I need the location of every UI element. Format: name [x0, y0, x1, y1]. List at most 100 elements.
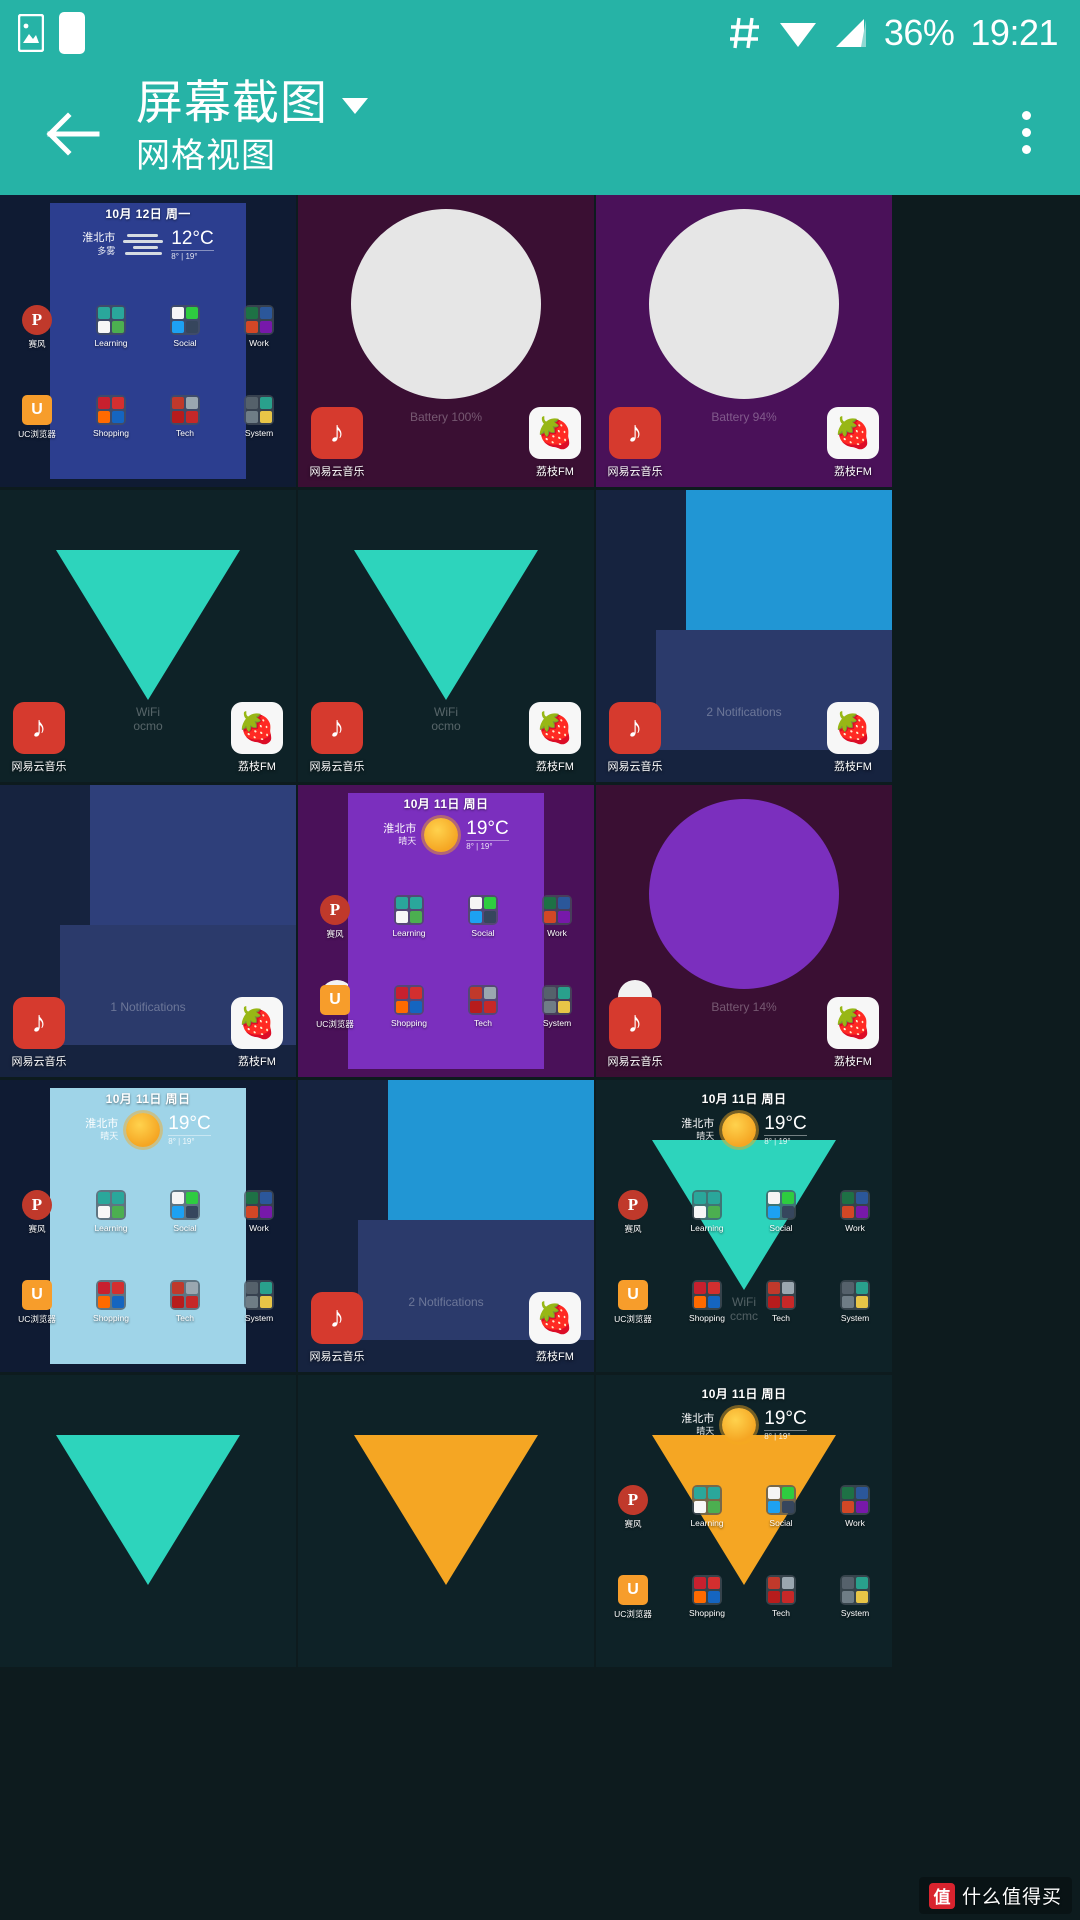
dock-app-label: 网易云音乐: [309, 466, 365, 478]
app-item[interactable]: Social: [758, 1485, 804, 1528]
app-item[interactable]: Work: [236, 1190, 282, 1233]
app-item[interactable]: System: [236, 1280, 282, 1325]
weather-widget[interactable]: 10月 11日 周日 淮北市 晴天 19°C 8° | 19°: [0, 1090, 296, 1154]
folder-icon: [170, 1190, 200, 1220]
dock-app[interactable]: ♪ 网易云音乐: [306, 407, 368, 479]
dock-app-label: 荔枝FM: [536, 761, 574, 773]
weather-city: 淮北市 晴天: [85, 1117, 119, 1142]
title-block[interactable]: 屏幕截图 网格视图: [136, 76, 368, 177]
app-row-dock[interactable]: U UC浏览器 Shopping Tech System: [596, 1575, 892, 1620]
folder-icon: [840, 1485, 870, 1515]
app-item[interactable]: Work: [832, 1485, 878, 1528]
screenshot-thumbnail[interactable]: [298, 1375, 594, 1667]
screenshot-thumbnail[interactable]: Battery 94% ♪ 网易云音乐 🍓 荔枝FM: [596, 195, 892, 487]
more-vertical-icon[interactable]: [1006, 102, 1046, 162]
app-item[interactable]: P 赛风: [610, 1485, 656, 1530]
dock-app[interactable]: 🍓 荔枝FM: [822, 702, 884, 774]
app-item[interactable]: Tech: [162, 395, 208, 440]
app-item[interactable]: U UC浏览器: [14, 1280, 60, 1325]
screenshot-thumbnail[interactable]: 10月 11日 周日 淮北市 晴天 19°C 8° | 19° P 赛风 Learn…: [298, 785, 594, 1077]
screenshot-grid[interactable]: 10月 12日 周一 淮北市 多雾 12°C 8° | 19° P 赛风 Learn…: [0, 195, 1080, 1920]
app-item[interactable]: Learning: [684, 1190, 730, 1233]
app-row-top[interactable]: P 赛风 Learning Social Work: [0, 305, 296, 350]
app-item[interactable]: System: [832, 1575, 878, 1620]
app-item[interactable]: Tech: [758, 1575, 804, 1620]
app-item[interactable]: Social: [758, 1190, 804, 1233]
weather-date: 10月 11日 周日: [701, 1387, 787, 1401]
app-item[interactable]: Social: [162, 1190, 208, 1233]
app-item[interactable]: P 赛风: [610, 1190, 656, 1235]
dock-app[interactable]: 🍓 荔枝FM: [822, 407, 884, 479]
app-item[interactable]: Work: [832, 1190, 878, 1233]
app-item[interactable]: Learning: [88, 1190, 134, 1233]
screenshot-thumbnail[interactable]: 10月 11日 周日 淮北市 晴天 19°C 8° | 19° P 赛风 Learn…: [596, 1080, 892, 1372]
dock-app[interactable]: ♪ 网易云音乐: [306, 1292, 368, 1364]
app-item[interactable]: System: [534, 985, 580, 1030]
app-item[interactable]: Shopping: [386, 985, 432, 1030]
app-row-top[interactable]: P 赛风 Learning Social Work: [0, 1190, 296, 1235]
app-item[interactable]: Work: [534, 895, 580, 938]
app-item[interactable]: U UC浏览器: [14, 395, 60, 440]
app-label: Tech: [176, 428, 194, 438]
app-item[interactable]: Tech: [162, 1280, 208, 1325]
folder-icon: [170, 305, 200, 335]
app-row-top[interactable]: P 赛风 Learning Social Work: [596, 1190, 892, 1235]
app-row-dock[interactable]: U UC浏览器 Shopping Tech System: [298, 985, 594, 1030]
dock-app[interactable]: ♪ 网易云音乐: [8, 997, 70, 1069]
screenshot-thumbnail[interactable]: 10月 12日 周一 淮北市 多雾 12°C 8° | 19° P 赛风 Learn…: [0, 195, 296, 487]
dock-app-label: 荔枝FM: [238, 1056, 276, 1068]
screenshot-thumbnail[interactable]: 1 Notifications ♪ 网易云音乐 🍓 荔枝FM: [0, 785, 296, 1077]
folder-icon: [542, 895, 572, 925]
app-item[interactable]: Learning: [386, 895, 432, 938]
screenshot-thumbnail[interactable]: Battery 100% ♪ 网易云音乐 🍓 荔枝FM: [298, 195, 594, 487]
app-icon: U: [320, 985, 350, 1015]
screenshot-thumbnail[interactable]: 2 Notifications ♪ 网易云音乐 🍓 荔枝FM: [298, 1080, 594, 1372]
app-item[interactable]: Shopping: [684, 1575, 730, 1620]
app-row-dock[interactable]: U UC浏览器 Shopping Tech System: [0, 1280, 296, 1325]
app-item[interactable]: Shopping: [88, 1280, 134, 1325]
app-item[interactable]: P 赛风: [312, 895, 358, 940]
screenshot-thumbnail[interactable]: [0, 1375, 296, 1667]
chevron-down-icon[interactable]: [342, 98, 368, 115]
app-item[interactable]: Learning: [88, 305, 134, 348]
app-item[interactable]: System: [236, 395, 282, 440]
app-item[interactable]: Shopping: [88, 395, 134, 440]
dock-app[interactable]: 🍓 荔枝FM: [524, 1292, 586, 1364]
app-row-top[interactable]: P 赛风 Learning Social Work: [596, 1485, 892, 1530]
app-item[interactable]: Social: [460, 895, 506, 938]
weather-temp: 19°C 8° | 19°: [764, 1408, 807, 1442]
app-item[interactable]: Work: [236, 305, 282, 348]
dock-app[interactable]: 🍓 荔枝FM: [226, 997, 288, 1069]
weather-widget[interactable]: 10月 12日 周一 淮北市 多雾 12°C 8° | 19°: [0, 205, 296, 261]
screenshot-thumbnail[interactable]: 2 Notifications ♪ 网易云音乐 🍓 荔枝FM: [596, 490, 892, 782]
dock-app[interactable]: 🍓 荔枝FM: [524, 702, 586, 774]
weather-widget[interactable]: 10月 11日 周日 淮北市 晴天 19°C 8° | 19°: [596, 1385, 892, 1449]
dock-app[interactable]: ♪ 网易云音乐: [306, 702, 368, 774]
app-item[interactable]: U UC浏览器: [610, 1575, 656, 1620]
app-row-top[interactable]: P 赛风 Learning Social Work: [298, 895, 594, 940]
screenshot-thumbnail[interactable]: 10月 11日 周日 淮北市 晴天 19°C 8° | 19° P 赛风 Learn…: [596, 1375, 892, 1667]
weather-widget[interactable]: 10月 11日 周日 淮北市 晴天 19°C 8° | 19°: [298, 795, 594, 859]
screenshot-thumbnail[interactable]: WiFi ocmo ♪ 网易云音乐 🍓 荔枝FM: [298, 490, 594, 782]
back-button[interactable]: [42, 108, 106, 160]
dock-app[interactable]: ♪ 网易云音乐: [604, 997, 666, 1069]
dock-app-label: 荔枝FM: [238, 761, 276, 773]
app-item[interactable]: Learning: [684, 1485, 730, 1528]
screenshot-thumbnail[interactable]: Battery 14% ♪ 网易云音乐 🍓 荔枝FM: [596, 785, 892, 1077]
dock-app[interactable]: ♪ 网易云音乐: [604, 407, 666, 479]
app-item[interactable]: P 赛风: [14, 1190, 60, 1235]
app-item[interactable]: P 赛风: [14, 305, 60, 350]
app-row-dock[interactable]: U UC浏览器 Shopping Tech System: [0, 395, 296, 440]
weather-widget[interactable]: 10月 11日 周日 淮北市 晴天 19°C 8° | 19°: [596, 1090, 892, 1154]
dock-app[interactable]: 🍓 荔枝FM: [822, 997, 884, 1069]
dock-app[interactable]: 🍓 荔枝FM: [524, 407, 586, 479]
app-item[interactable]: Social: [162, 305, 208, 348]
screenshot-thumbnail[interactable]: WiFi ocmo ♪ 网易云音乐 🍓 荔枝FM: [0, 490, 296, 782]
lizhi-fm-icon: 🍓: [827, 407, 879, 459]
dock-app[interactable]: ♪ 网易云音乐: [8, 702, 70, 774]
dock-app[interactable]: ♪ 网易云音乐: [604, 702, 666, 774]
screenshot-thumbnail[interactable]: 10月 11日 周日 淮北市 晴天 19°C 8° | 19° P 赛风 Learn…: [0, 1080, 296, 1372]
dock-app[interactable]: 🍓 荔枝FM: [226, 702, 288, 774]
app-item[interactable]: Tech: [460, 985, 506, 1030]
app-item[interactable]: U UC浏览器: [312, 985, 358, 1030]
